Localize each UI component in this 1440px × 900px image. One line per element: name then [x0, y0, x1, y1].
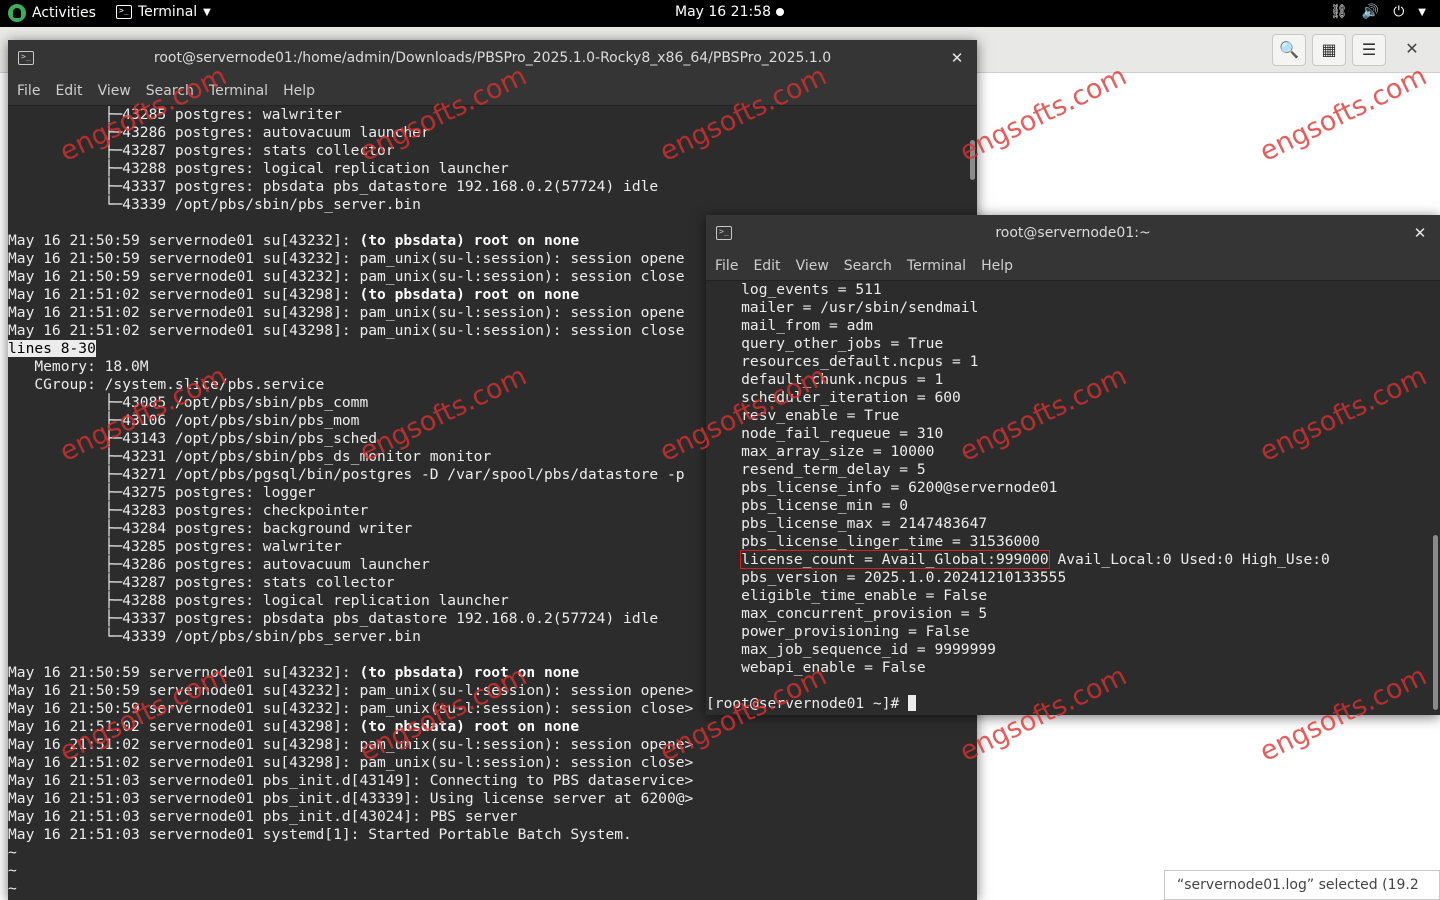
terminal-line: pbs_license_info = 6200@servernode01	[706, 479, 1058, 496]
terminal-line: max_job_sequence_id = 9999999	[706, 641, 996, 658]
terminal-line: ├─43285 postgres: walwriter	[8, 106, 342, 123]
system-tray[interactable]: ⛓ 🔊 ⏻ ▼	[1330, 4, 1426, 20]
terminal-line: pbs_license_min = 0	[706, 497, 909, 514]
terminal-line: resv_enable = True	[706, 407, 900, 424]
activities-button[interactable]: Activities	[8, 4, 96, 22]
terminal-line: [root@servernode01 ~]#	[706, 695, 1440, 713]
app-menu-label: Terminal	[138, 4, 198, 20]
terminal-line: ~	[8, 844, 17, 861]
terminal-line: May 16 21:51:03 servernode01 systemd[1]:…	[8, 826, 632, 843]
terminal-icon: >_	[716, 226, 732, 240]
terminal-line: May 16 21:51:02 servernode01 su[43298]: …	[8, 754, 694, 771]
app-menu-button[interactable]: >_ Terminal ▼	[116, 4, 211, 20]
terminal-line: max_concurrent_provision = 5	[706, 605, 988, 622]
menu-search[interactable]: Search	[844, 258, 892, 274]
terminal-line: query_other_jobs = True	[706, 335, 944, 352]
close-button[interactable]: ✕	[1410, 223, 1430, 243]
menu-edit[interactable]: Edit	[753, 258, 780, 274]
chevron-down-icon: ▼	[1418, 6, 1426, 18]
terminal-line: May 16 21:51:03 servernode01 pbs_init.d[…	[8, 790, 694, 807]
search-button[interactable]: 🔍	[1272, 34, 1306, 66]
menu-help[interactable]: Help	[283, 83, 315, 99]
terminal-line: ~	[8, 880, 17, 897]
terminal-line: log_events = 511	[706, 281, 882, 298]
clock-button[interactable]: May 16 21:58	[675, 4, 785, 20]
pager-status: lines 8-30	[8, 340, 96, 357]
terminal-line: ├─43288 postgres: logical replication la…	[8, 160, 509, 177]
terminal-icon: >_	[18, 51, 34, 65]
terminal-line: ~	[8, 862, 17, 879]
terminal-line: May 16 21:51:03 servernode01 pbs_init.d[…	[8, 808, 518, 825]
terminal-menubar: File Edit View Search Terminal Help	[706, 252, 1440, 281]
gnome-logo-icon	[8, 4, 26, 22]
menu-view[interactable]: View	[98, 83, 131, 99]
terminal-line: resend_term_delay = 5	[706, 461, 926, 478]
terminal-line: max_array_size = 10000	[706, 443, 935, 460]
volume-icon: 🔊	[1361, 4, 1380, 20]
terminal-line: pbs_version = 2025.1.0.20241210133555	[706, 569, 1067, 586]
terminal-line: mail_from = adm	[706, 317, 873, 334]
close-icon: ✕	[1413, 224, 1427, 242]
terminal-window-home[interactable]: >_ root@servernode01:~ ✕ File Edit View …	[706, 215, 1440, 715]
terminal-line: mailer = /usr/sbin/sendmail	[706, 299, 979, 316]
terminal-titlebar[interactable]: >_ root@servernode01:/home/admin/Downloa…	[8, 40, 977, 77]
terminal-output[interactable]: log_events = 511 mailer = /usr/sbin/send…	[706, 281, 1440, 715]
window-title: root@servernode01:~	[995, 225, 1151, 241]
view-toggle-button[interactable]: ▦	[1312, 34, 1346, 66]
terminal-icon: >_	[116, 5, 132, 19]
selection-status: “servernode01.log” selected (19.2 kB)	[1164, 870, 1440, 900]
menu-help[interactable]: Help	[981, 258, 1013, 274]
close-button[interactable]: ✕	[947, 48, 967, 68]
license-count-highlight: license_count = Avail_Global:999000	[740, 550, 1050, 569]
terminal-line: resources_default.ncpus = 1	[706, 353, 979, 370]
terminal-menubar: File Edit View Search Terminal Help	[8, 77, 977, 106]
activities-label: Activities	[32, 5, 96, 21]
menu-file[interactable]: File	[715, 258, 738, 274]
menu-edit[interactable]: Edit	[55, 83, 82, 99]
terminal-line: May 16 21:51:02 servernode01 su[43298]: …	[8, 718, 580, 735]
terminal-line: power_provisioning = False	[706, 623, 970, 640]
terminal-line: pbs_license_linger_time = 31536000	[706, 533, 1040, 550]
terminal-line: node_fail_requeue = 310	[706, 425, 944, 442]
terminal-line: pbs_license_max = 2147483647	[706, 515, 988, 532]
power-icon: ⏻	[1393, 4, 1405, 20]
menu-file[interactable]: File	[17, 83, 40, 99]
top-bar: Activities >_ Terminal ▼ May 16 21:58 ⛓ …	[0, 0, 1440, 27]
search-icon: 🔍	[1279, 40, 1299, 59]
chevron-down-icon: ▼	[203, 6, 211, 18]
terminal-line: webapi_enable = False	[706, 659, 926, 676]
terminal-line: May 16 21:51:03 servernode01 pbs_init.d[…	[8, 772, 694, 789]
terminal-line: eligible_time_enable = False	[706, 587, 988, 604]
menu-terminal[interactable]: Terminal	[209, 83, 268, 99]
terminal-line: └─43339 /opt/pbs/sbin/pbs_server.bin	[8, 196, 421, 213]
close-button[interactable]: ✕	[1400, 37, 1424, 61]
terminal-line: scheduler_iteration = 600	[706, 389, 961, 406]
menu-view[interactable]: View	[796, 258, 829, 274]
terminal-cursor	[908, 695, 917, 711]
notification-dot-icon	[776, 8, 785, 16]
terminal-titlebar[interactable]: >_ root@servernode01:~ ✕	[706, 215, 1440, 252]
terminal-line: May 16 21:51:02 servernode01 su[43298]: …	[8, 736, 694, 753]
window-title: root@servernode01:/home/admin/Downloads/…	[153, 50, 832, 66]
scrollbar-thumb[interactable]	[970, 140, 975, 180]
hamburger-menu-icon: ☰	[1361, 40, 1377, 59]
close-icon: ✕	[1405, 39, 1419, 58]
terminal-line: ├─43287 postgres: stats collector	[8, 142, 395, 159]
terminal-line: ├─43286 postgres: autovacuum launcher	[8, 124, 430, 141]
network-icon: ⛓	[1330, 4, 1348, 20]
close-icon: ✕	[950, 49, 964, 67]
clock-label: May 16 21:58	[675, 4, 772, 20]
menu-search[interactable]: Search	[146, 83, 194, 99]
terminal-line: default_chunk.ncpus = 1	[706, 371, 944, 388]
grid-view-icon: ▦	[1321, 40, 1337, 59]
scrollbar-thumb[interactable]	[1433, 535, 1438, 710]
menu-terminal[interactable]: Terminal	[907, 258, 966, 274]
menu-button[interactable]: ☰	[1352, 34, 1386, 66]
terminal-line: ├─43337 postgres: pbsdata pbs_datastore …	[8, 178, 659, 195]
terminal-line: license_count = Avail_Global:999000 Avai…	[740, 550, 1330, 569]
